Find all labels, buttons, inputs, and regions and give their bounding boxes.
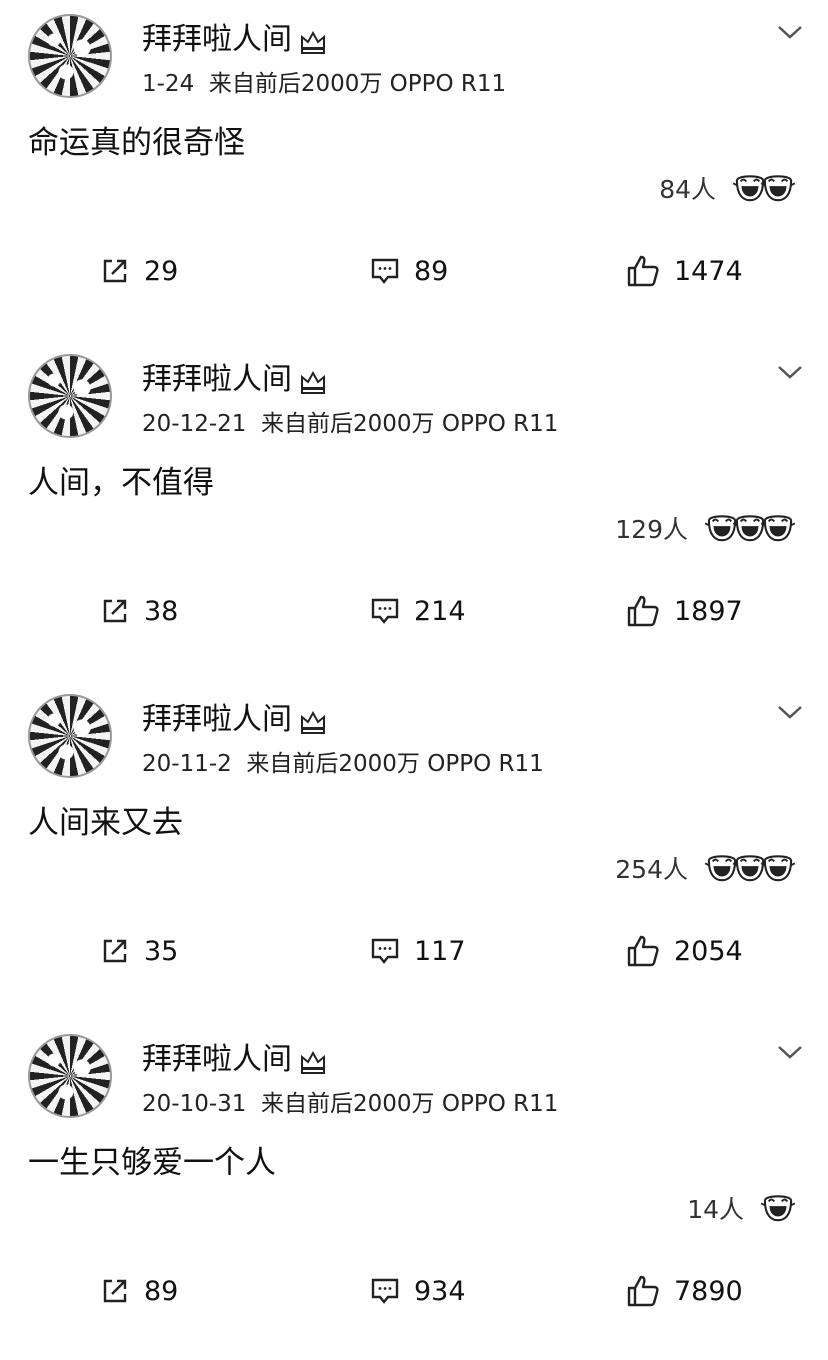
laughing-emoji-icon xyxy=(760,515,796,542)
reaction-summary[interactable]: 254人 xyxy=(615,848,798,888)
repost-icon xyxy=(103,1279,127,1303)
thumbs-up-icon xyxy=(627,255,659,287)
repost-button[interactable]: 29 xyxy=(100,236,178,306)
comment-icon xyxy=(371,1278,399,1304)
post-meta: 20-12-21 来自前后2000万 OPPO R11 xyxy=(142,411,559,437)
action-bar: 29 89 1474 xyxy=(0,236,828,306)
action-bar: 35 117 2054 xyxy=(0,916,828,986)
crown-badge-icon xyxy=(301,710,325,734)
comment-button[interactable]: 117 xyxy=(370,916,466,986)
repost-icon xyxy=(103,939,127,963)
reaction-summary[interactable]: 129人 xyxy=(615,508,798,548)
post-card[interactable]: 拜拜啦人间 20-12-21 来自前后2000万 OPPO R11 人间，不值得… xyxy=(0,340,828,680)
comment-icon xyxy=(371,258,399,284)
reaction-emoji-group xyxy=(758,1193,798,1223)
comment-count: 89 xyxy=(414,255,449,287)
username[interactable]: 拜拜啦人间 xyxy=(142,360,292,400)
crown-badge-icon xyxy=(301,30,325,54)
like-count: 1897 xyxy=(674,595,743,627)
repost-button[interactable]: 89 xyxy=(100,1256,178,1326)
reaction-summary[interactable]: 84人 xyxy=(659,168,798,208)
laughing-emoji-icon xyxy=(760,175,796,202)
username[interactable]: 拜拜啦人间 xyxy=(142,20,292,60)
post-content[interactable]: 人间，不值得 xyxy=(28,462,214,504)
comment-count: 214 xyxy=(414,595,466,627)
action-bar: 38 214 1897 xyxy=(0,576,828,646)
like-count: 1474 xyxy=(674,255,743,287)
repost-icon xyxy=(103,259,127,283)
thumbs-up-icon xyxy=(627,1275,659,1307)
username[interactable]: 拜拜啦人间 xyxy=(142,700,292,740)
chevron-down-icon[interactable] xyxy=(776,702,804,722)
reaction-count: 84人 xyxy=(659,175,716,204)
action-bar: 89 934 7890 xyxy=(0,1256,828,1326)
username[interactable]: 拜拜啦人间 xyxy=(142,1040,292,1080)
like-count: 2054 xyxy=(674,935,743,967)
repost-count: 29 xyxy=(144,255,179,287)
laughing-emoji-icon xyxy=(760,1195,796,1222)
comment-count: 934 xyxy=(414,1275,466,1307)
like-button[interactable]: 2054 xyxy=(626,916,743,986)
like-button[interactable]: 7890 xyxy=(626,1256,743,1326)
like-count: 7890 xyxy=(674,1275,743,1307)
avatar[interactable] xyxy=(28,694,112,778)
reaction-summary[interactable]: 14人 xyxy=(687,1188,798,1228)
like-button[interactable]: 1897 xyxy=(626,576,743,646)
thumbs-up-icon xyxy=(627,935,659,967)
post-content[interactable]: 人间来又去 xyxy=(28,802,183,844)
post-card[interactable]: 拜拜啦人间 20-11-2 来自前后2000万 OPPO R11 人间来又去 2… xyxy=(0,680,828,1020)
like-button[interactable]: 1474 xyxy=(626,236,743,306)
post-meta: 20-10-31 来自前后2000万 OPPO R11 xyxy=(142,1091,559,1117)
thumbs-up-icon xyxy=(627,595,659,627)
crown-badge-icon xyxy=(301,370,325,394)
post-card[interactable]: 拜拜啦人间 20-10-31 来自前后2000万 OPPO R11 一生只够爱一… xyxy=(0,1020,828,1360)
repost-count: 35 xyxy=(144,935,179,967)
avatar[interactable] xyxy=(28,14,112,98)
reaction-count: 14人 xyxy=(687,1195,744,1224)
comment-button[interactable]: 934 xyxy=(370,1256,466,1326)
chevron-down-icon[interactable] xyxy=(776,362,804,382)
crown-badge-icon xyxy=(301,1050,325,1074)
avatar[interactable] xyxy=(28,1034,112,1118)
comment-icon xyxy=(371,598,399,624)
reaction-count: 254人 xyxy=(615,855,688,884)
reaction-emoji-group xyxy=(702,853,798,883)
repost-button[interactable]: 35 xyxy=(100,916,178,986)
post-meta: 1-24 来自前后2000万 OPPO R11 xyxy=(142,71,507,97)
laughing-emoji-icon xyxy=(760,855,796,882)
reaction-count: 129人 xyxy=(615,515,688,544)
repost-button[interactable]: 38 xyxy=(100,576,178,646)
chevron-down-icon[interactable] xyxy=(776,22,804,42)
reaction-emoji-group xyxy=(702,513,798,543)
comment-count: 117 xyxy=(414,935,466,967)
comment-button[interactable]: 214 xyxy=(370,576,466,646)
post-content[interactable]: 一生只够爱一个人 xyxy=(28,1142,276,1184)
avatar[interactable] xyxy=(28,354,112,438)
reaction-emoji-group xyxy=(730,173,798,203)
post-card[interactable]: 拜拜啦人间 1-24 来自前后2000万 OPPO R11 命运真的很奇怪 84… xyxy=(0,0,828,340)
comment-icon xyxy=(371,938,399,964)
post-content[interactable]: 命运真的很奇怪 xyxy=(28,122,245,164)
post-meta: 20-11-2 来自前后2000万 OPPO R11 xyxy=(142,751,544,777)
repost-icon xyxy=(103,599,127,623)
repost-count: 38 xyxy=(144,595,179,627)
comment-button[interactable]: 89 xyxy=(370,236,448,306)
chevron-down-icon[interactable] xyxy=(776,1042,804,1062)
repost-count: 89 xyxy=(144,1275,179,1307)
